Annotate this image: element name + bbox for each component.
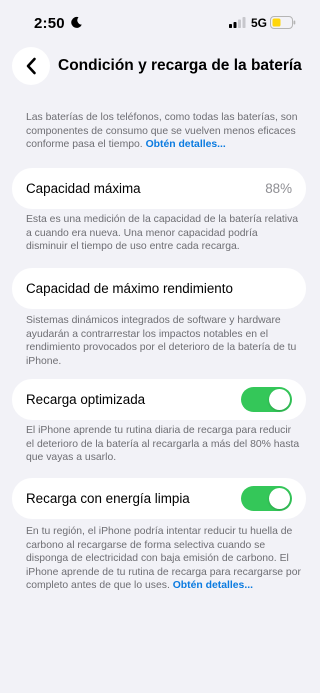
clean-energy-row: Recarga con energía limpia [12,478,306,519]
intro-text: Las baterías de los teléfonos, como toda… [26,111,302,152]
network-type: 5G [251,16,268,30]
back-button[interactable] [12,47,50,85]
clean-energy-details-link[interactable]: Obtén detalles... [173,580,253,591]
optimized-charging-toggle[interactable] [241,387,292,412]
clean-energy-label: Recarga con energía limpia [26,491,190,506]
toggle-knob [269,389,290,410]
max-capacity-label: Capacidad máxima [26,181,141,196]
moon-icon [71,16,82,28]
max-capacity-value: 88% [265,181,292,196]
peak-performance-description: Sistemas dinámicos integrados de softwar… [26,315,297,367]
max-capacity-description: Esta es una medición de la capacidad de … [26,214,299,252]
clean-energy-description-block: En tu región, el iPhone podría intentar … [26,525,302,593]
status-time: 2:50 [34,15,65,32]
max-capacity-row: Capacidad máxima 88% [12,168,306,209]
cellular-signal-icon [229,17,246,28]
peak-performance-row: Capacidad de máximo rendimiento [12,268,306,309]
optimized-charging-description: El iPhone aprende tu rutina diaria de re… [26,425,300,463]
optimized-charging-row: Recarga optimizada [12,379,306,420]
toggle-knob [269,488,290,509]
chevron-left-icon [26,57,36,75]
peak-performance-label: Capacidad de máximo rendimiento [26,281,233,296]
intro-details-link[interactable]: Obtén detalles... [146,139,226,150]
optimized-charging-label: Recarga optimizada [26,392,146,407]
clean-energy-description: En tu región, el iPhone podría intentar … [26,526,301,591]
status-bar: 2:50 5G [0,0,320,44]
page-title: Condición y recarga de la batería [58,57,302,74]
battery-icon [270,16,296,29]
clean-energy-toggle[interactable] [241,486,292,511]
